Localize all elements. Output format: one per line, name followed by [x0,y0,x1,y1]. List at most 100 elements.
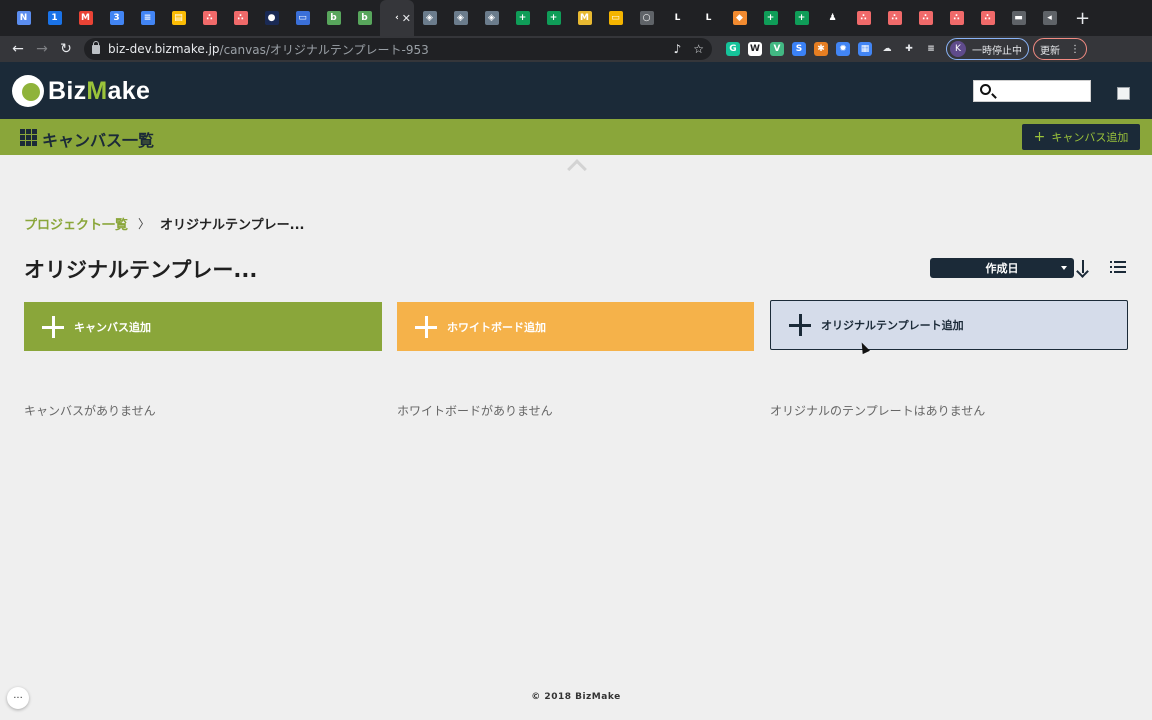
extensions-bar: G W V S ✱ ✹ ▦ ☁ ✚ ≡ [726,42,938,56]
address-bar[interactable]: biz-dev.bizmake.jp/canvas/オリジナルテンプレート-95… [84,38,712,60]
palette-icon[interactable]: ✹ [836,42,850,56]
reload-icon[interactable]: ↻ [54,41,78,57]
browser-tab[interactable]: ▤ [163,0,194,36]
cube-icon: ◈ [484,11,499,25]
asana-icon: ∴ [887,11,902,25]
puzzle-icon[interactable]: ✚ [902,42,916,56]
url-host: biz-dev.bizmake.jp [108,42,220,56]
reading-list-icon[interactable]: ≡ [924,42,938,56]
browser-tab[interactable]: L [693,0,724,36]
browser-tab[interactable]: ◆ [724,0,755,36]
globe-icon: ● [264,11,279,25]
slides-icon: ▭ [608,11,623,25]
new-tab-icon[interactable]: + [1075,8,1090,29]
browser-tab[interactable]: ● [256,0,287,36]
globe-icon: ○ [639,11,654,25]
plus-icon [42,315,64,338]
breadcrumb: プロジェクト一覧 〉 オリジナルテンプレー... [24,214,304,233]
add-template-button[interactable]: オリジナルテンプレート追加 [770,300,1128,350]
back-icon[interactable]: ← [6,41,30,57]
avatar: K [950,41,966,57]
add-canvas-header-button[interactable]: + キャンバス追加 [1022,124,1140,150]
asana-icon: ∴ [980,11,995,25]
user-image-icon[interactable] [1117,87,1130,100]
browser-tab[interactable]: N [8,0,39,36]
browser-tab[interactable]: ▭ [287,0,318,36]
add-canvas-button[interactable]: キャンバス追加 [24,302,382,351]
browser-tab[interactable]: M [70,0,101,36]
chevron-up-icon[interactable] [566,160,586,172]
add-whiteboard-button[interactable]: ホワイトボード追加 [397,302,754,351]
browser-tab[interactable]: ◈ [414,0,445,36]
sub-header: キャンバス一覧 + キャンバス追加 [0,119,1152,155]
sort-select[interactable]: 作成日 [930,258,1074,278]
plus-icon: + [1033,129,1046,145]
s-icon[interactable]: S [792,42,806,56]
browser-tab[interactable]: ∴ [879,0,910,36]
plus-icon [415,315,437,338]
search-input[interactable] [996,82,1088,100]
browser-tab[interactable]: ∴ [941,0,972,36]
browser-tab[interactable]: + [786,0,817,36]
bizmake-logo[interactable]: BizMake [12,75,150,107]
logo-mark-icon [12,75,44,107]
browser-tab[interactable]: + [538,0,569,36]
browser-tab[interactable]: ∴ [225,0,256,36]
browser-tab[interactable]: ▭ [600,0,631,36]
browser-tab[interactable]: 3 [101,0,132,36]
browser-tab[interactable]: L [662,0,693,36]
add-canvas-header-label: キャンバス追加 [1051,131,1129,144]
forward-icon[interactable]: → [30,41,54,57]
search-icon[interactable] [980,84,991,95]
logo-wordmark: BizMake [48,76,151,105]
breadcrumb-project-list[interactable]: プロジェクト一覧 [24,214,128,233]
caret-down-icon [1061,266,1067,270]
lock-icon[interactable] [92,40,100,54]
line-icon: L [670,11,685,25]
browser-tab[interactable]: ‹ ✕ [380,0,414,36]
browser-tab[interactable]: ∴ [972,0,1003,36]
browser-tab[interactable]: ∴ [194,0,225,36]
browser-tab[interactable]: ▬ [1003,0,1034,36]
close-tab-icon[interactable]: ✕ [402,12,411,25]
browser-tab[interactable]: ∴ [910,0,941,36]
1password-icon: 1 [47,11,62,25]
profile-paused-button[interactable]: K 一時停止中 [946,38,1029,60]
canvas-empty-message: キャンバスがありません [24,404,156,418]
grid-icon[interactable]: ▦ [858,42,872,56]
browser-tab[interactable]: ◈ [476,0,507,36]
search-box[interactable] [973,80,1091,102]
kebab-menu-icon: ⋮ [1070,43,1080,55]
browser-tab[interactable]: M [569,0,600,36]
browser-tab[interactable]: ≡ [132,0,163,36]
template-empty-message: オリジナルのテンプレートはありません [770,404,986,418]
line-icon: L [701,11,716,25]
bookmark-star-icon[interactable]: ☆ [693,42,704,56]
more-options-button[interactable]: ··· [7,687,29,709]
notion-icon: N [16,11,31,25]
browser-tab[interactable]: ♟ [817,0,848,36]
add-whiteboard-label: ホワイトボード追加 [447,320,546,334]
bug-icon[interactable]: ✱ [814,42,828,56]
browser-tab[interactable]: ◂ [1034,0,1065,36]
browser-tab[interactable]: ∴ [848,0,879,36]
browser-tab[interactable]: + [755,0,786,36]
vue-icon[interactable]: V [770,42,784,56]
car-icon: ▬ [1011,11,1026,25]
browser-tab[interactable]: 1 [39,0,70,36]
box-icon: ◆ [732,11,747,25]
update-button[interactable]: 更新 ⋮ [1033,38,1087,60]
sort-direction-arrow-icon[interactable] [1076,259,1090,277]
w-icon[interactable]: W [748,42,762,56]
browser-tab[interactable]: ◈ [445,0,476,36]
browser-tab[interactable]: + [507,0,538,36]
microphone-icon[interactable]: ♪ [674,42,682,56]
list-view-icon[interactable] [1110,261,1126,273]
browser-tab[interactable]: b [318,0,349,36]
grammarly-icon[interactable]: G [726,42,740,56]
add-template-label: オリジナルテンプレート追加 [821,319,964,332]
whiteboard-empty-message: ホワイトボードがありません [397,404,553,418]
cloud-icon[interactable]: ☁ [880,42,894,56]
browser-tab[interactable]: ○ [631,0,662,36]
browser-tab[interactable]: b [349,0,380,36]
